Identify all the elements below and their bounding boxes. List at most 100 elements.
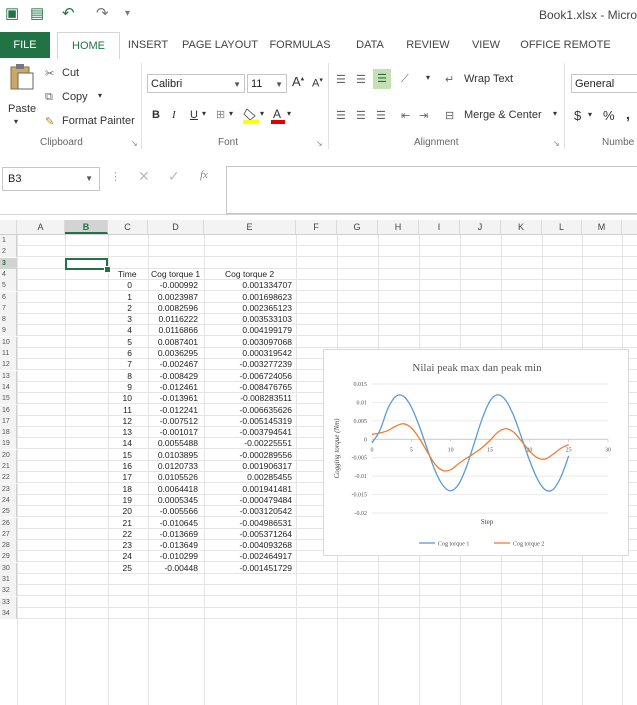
cell-cog-torque-1[interactable]: 0.0023987 xyxy=(148,292,198,303)
cell-cog-torque-1[interactable]: -0.000992 xyxy=(148,280,198,291)
clipboard-launcher-icon[interactable]: ↘ xyxy=(131,139,138,148)
cell-cog-torque-1[interactable]: -0.010645 xyxy=(148,518,198,529)
cell-cog-torque-1[interactable]: -0.00448 xyxy=(148,563,198,574)
cell-cog-torque-1[interactable]: 0.0082596 xyxy=(148,303,198,314)
copy-button[interactable]: Copy xyxy=(62,91,88,103)
italic-icon[interactable]: I xyxy=(172,109,176,121)
fill-handle[interactable] xyxy=(104,265,111,273)
cell-cog-torque-1[interactable]: 0.0036295 xyxy=(148,348,198,359)
cell-cog-torque-2[interactable]: 0.003097068 xyxy=(204,337,292,348)
column-header[interactable]: K xyxy=(501,220,542,234)
row-header[interactable]: 10 xyxy=(0,336,17,348)
align-top-icon[interactable]: ☰ xyxy=(336,73,346,86)
redo-icon[interactable]: ↷ xyxy=(96,4,109,22)
row-header[interactable]: 26 xyxy=(0,517,17,529)
align-center-icon[interactable]: ☰ xyxy=(356,109,366,122)
enter-icon[interactable]: ✓ xyxy=(168,168,180,185)
cell-time[interactable]: 8 xyxy=(108,371,132,382)
row-header[interactable]: 32 xyxy=(0,585,17,597)
orientation-icon[interactable]: ⟋ xyxy=(401,73,409,86)
cell-cog-torque-2[interactable]: -0.008283511 xyxy=(204,393,292,404)
decrease-font-icon[interactable]: A▾ xyxy=(312,76,323,90)
row-header[interactable]: 9 xyxy=(0,325,17,337)
column-header[interactable]: M xyxy=(582,220,622,234)
row-header[interactable]: 12 xyxy=(0,359,17,371)
cancel-icon[interactable]: ✕ xyxy=(138,168,150,185)
cell-time[interactable]: 25 xyxy=(108,563,132,574)
cell-cog-torque-2[interactable]: -0.002464917 xyxy=(204,551,292,562)
cell-time[interactable]: 5 xyxy=(108,337,132,348)
cell-cog-torque-2[interactable]: 0.002365123 xyxy=(204,303,292,314)
cell-cog-torque-2[interactable]: 0.00285455 xyxy=(204,472,292,483)
cell-time[interactable]: 0 xyxy=(108,280,132,291)
cell-time[interactable]: 2 xyxy=(108,303,132,314)
cell-cog-torque-1[interactable]: 0.0055488 xyxy=(148,438,198,449)
copy-icon[interactable]: ⧉ xyxy=(45,91,53,104)
cell-time[interactable]: 22 xyxy=(108,529,132,540)
column-header[interactable]: F xyxy=(296,220,337,234)
row-header[interactable]: 7 xyxy=(0,302,17,314)
column-header[interactable]: I xyxy=(419,220,460,234)
row-header[interactable]: 2 xyxy=(0,246,17,258)
row-header[interactable]: 21 xyxy=(0,461,17,472)
comma-button[interactable]: , xyxy=(626,106,630,122)
column-header[interactable]: E xyxy=(204,220,296,234)
row-header[interactable]: 6 xyxy=(0,291,17,303)
select-all-corner[interactable] xyxy=(0,220,17,234)
tab-review[interactable]: REVIEW xyxy=(402,32,454,58)
cell-cog-torque-2[interactable]: 0.003533103 xyxy=(204,314,292,325)
number-format-dropdown[interactable]: General xyxy=(571,74,637,93)
paste-dropdown-icon[interactable]: ▾ xyxy=(14,117,18,126)
cell-cog-torque-2[interactable]: -0.00225551 xyxy=(204,438,292,449)
cell-time[interactable]: 16 xyxy=(108,461,132,472)
insert-function-button[interactable]: fx xyxy=(200,169,208,181)
cell-cog-torque-2[interactable]: 0.004199179 xyxy=(204,325,292,336)
format-painter-button[interactable]: Format Painter xyxy=(62,115,135,127)
cell-cog-torque-1[interactable]: -0.013669 xyxy=(148,529,198,540)
row-header[interactable]: 31 xyxy=(0,574,17,585)
column-header[interactable]: C xyxy=(108,220,148,234)
row-header[interactable]: 16 xyxy=(0,404,17,416)
row-header[interactable]: 25 xyxy=(0,506,17,518)
font-launcher-icon[interactable]: ↘ xyxy=(316,139,323,148)
font-size-dropdown[interactable]: 11 ▼ xyxy=(247,74,287,93)
row-header[interactable]: 33 xyxy=(0,596,17,608)
cell-cog-torque-1[interactable]: -0.007512 xyxy=(148,416,198,427)
cell-cog-torque-2[interactable]: 0.001906317 xyxy=(204,461,292,472)
cell-cog-torque-2[interactable]: -0.004093268 xyxy=(204,540,292,551)
cell-time[interactable]: 18 xyxy=(108,484,132,495)
cell-time[interactable]: 17 xyxy=(108,472,132,483)
cell-cog-torque-1[interactable]: -0.012241 xyxy=(148,405,198,416)
wrap-text-button[interactable]: Wrap Text xyxy=(464,73,513,85)
tab-formulas[interactable]: FORMULAS xyxy=(265,32,335,58)
column-header[interactable]: A xyxy=(17,220,65,234)
cell-time[interactable]: 3 xyxy=(108,314,132,325)
cell-cog-torque-2[interactable]: -0.008476765 xyxy=(204,382,292,393)
tab-view[interactable]: VIEW xyxy=(466,32,506,58)
cell-cog-torque-1[interactable]: 0.0103895 xyxy=(148,450,198,461)
scissors-icon[interactable]: ✂ xyxy=(45,67,54,80)
increase-font-icon[interactable]: A▴ xyxy=(292,74,304,89)
cell-cog-torque-2[interactable]: -0.001451729 xyxy=(204,563,292,574)
merge-dropdown-icon[interactable]: ▾ xyxy=(553,109,557,118)
fill-color-icon[interactable] xyxy=(243,107,259,124)
cell-cog-torque-1[interactable]: -0.005566 xyxy=(148,506,198,517)
decrease-indent-icon[interactable]: ⇤ xyxy=(401,109,410,122)
column-header[interactable]: D xyxy=(148,220,204,234)
font-color-dropdown-icon[interactable]: ▾ xyxy=(287,109,291,118)
row-header[interactable]: 22 xyxy=(0,472,17,484)
cell-cog-torque-1[interactable]: -0.012461 xyxy=(148,382,198,393)
underline-dropdown-icon[interactable]: ▾ xyxy=(202,109,206,118)
row-header[interactable]: 8 xyxy=(0,314,17,326)
paste-icon[interactable] xyxy=(6,63,36,91)
cell-time[interactable]: 12 xyxy=(108,416,132,427)
cell-cog-torque-1[interactable]: 0.0005345 xyxy=(148,495,198,506)
cell-cog-torque-2[interactable]: -0.005371264 xyxy=(204,529,292,540)
percent-button[interactable]: % xyxy=(603,108,615,123)
cell-cog-torque-2[interactable]: 0.001941481 xyxy=(204,484,292,495)
tab-file[interactable]: FILE xyxy=(0,32,50,58)
row-header[interactable]: 1 xyxy=(0,235,17,246)
row-header[interactable]: 11 xyxy=(0,348,17,359)
cell-cog-torque-2[interactable]: -0.004986531 xyxy=(204,518,292,529)
cut-button[interactable]: Cut xyxy=(62,67,79,79)
